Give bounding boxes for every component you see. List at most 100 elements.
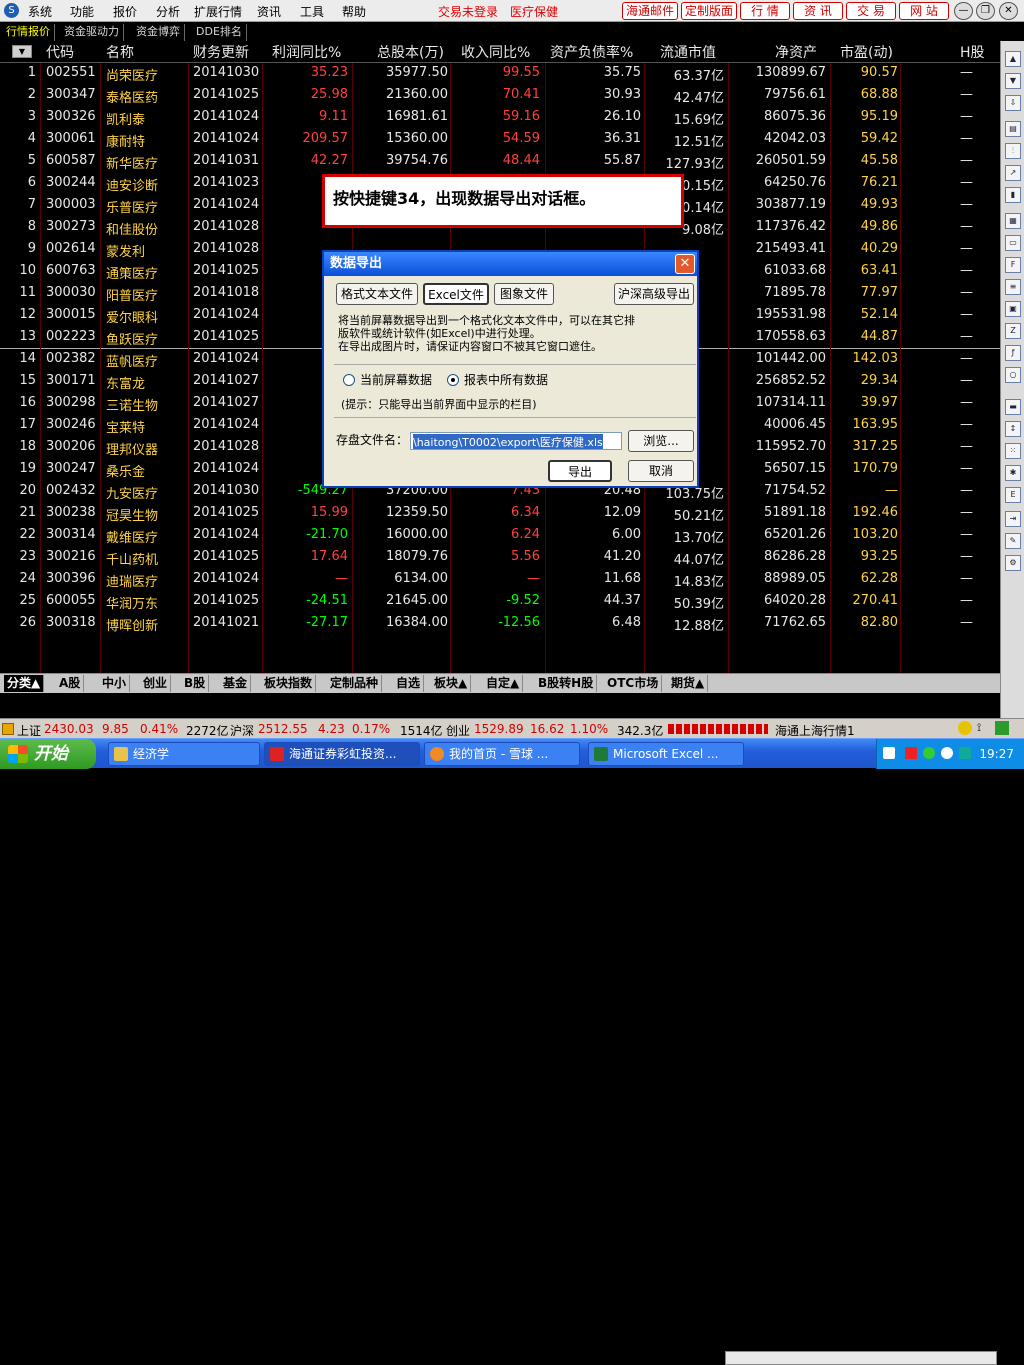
advanced-export-button[interactable]: 沪深高级导出 <box>614 283 694 305</box>
website-button[interactable]: 网 站 <box>899 2 949 20</box>
file-path-input[interactable]: \haitong\T0002\export\医疗保健.xls <box>410 432 622 450</box>
task-browser[interactable]: 我的首页 - 雪球 ... <box>424 742 580 766</box>
trend-icon[interactable]: ↗ <box>1005 165 1021 181</box>
col-fin-update[interactable]: 财务更新 <box>193 42 249 62</box>
col-float-cap[interactable]: 流通市值 <box>660 42 716 62</box>
tab-b-to-h[interactable]: B股转H股 <box>535 675 598 692</box>
table-row[interactable]: 26 300318 博晖创新 20141021 -27.17 16384.00 -12.56… <box>0 613 1000 635</box>
settings-icon[interactable]: ✱ <box>1005 465 1021 481</box>
menu-function[interactable]: 功能 <box>70 3 94 20</box>
tray-arrow-icon[interactable] <box>883 747 895 759</box>
table-icon[interactable]: ▦ <box>1005 213 1021 229</box>
edit-icon[interactable]: ✎ <box>1005 533 1021 549</box>
formula-icon[interactable]: ƒ <box>1005 345 1021 361</box>
col-pe[interactable]: 市盈(动) <box>840 42 893 62</box>
table-row[interactable]: 23 300216 千山药机 20141025 17.64 18079.76 5.56 41.… <box>0 547 1000 569</box>
tab-gem[interactable]: 创业 <box>140 675 172 692</box>
browse-button[interactable]: 浏览... <box>628 430 694 452</box>
login-status[interactable]: 交易未登录 <box>438 3 498 20</box>
page-down-icon[interactable]: ⇩ <box>1005 95 1021 111</box>
tab-watchlist[interactable]: 自选 <box>393 675 425 692</box>
table-row[interactable]: 2 300347 泰格医药 20141025 25.98 21360.00 70.41 30.… <box>0 85 1000 107</box>
doc-icon[interactable]: ▭ <box>1005 235 1021 251</box>
info-icon[interactable] <box>958 721 972 735</box>
tab-excel-file[interactable]: Excel文件 <box>423 283 489 305</box>
horizontal-scrollbar[interactable] <box>725 1351 997 1365</box>
minimize-icon[interactable]: — <box>954 2 973 20</box>
table-row[interactable]: 21 300238 冠昊生物 20141025 15.99 12359.50 6.34 12.… <box>0 503 1000 525</box>
tab-b-share[interactable]: B股 <box>181 675 210 692</box>
start-button[interactable]: 开始 <box>0 739 96 769</box>
tab-a-share[interactable]: A股 <box>56 675 85 692</box>
table-row[interactable]: 5 600587 新华医疗 20141031 42.27 39754.76 48.44 55.… <box>0 151 1000 173</box>
table-row[interactable]: 24 300396 迪瑞医疗 20141024 — 6134.00 — 11.68 14.83亿… <box>0 569 1000 591</box>
task-excel[interactable]: Microsoft Excel ... <box>588 742 744 766</box>
tray-volume-icon[interactable] <box>941 747 953 759</box>
tab-sector-index[interactable]: 板块指数 <box>261 675 317 692</box>
task-haitong[interactable]: 海通证券彩虹投资... <box>264 742 420 766</box>
tab-category[interactable]: 分类▲ <box>4 675 45 692</box>
note-icon[interactable]: ≡ <box>1005 279 1021 295</box>
radio-screen-label[interactable]: 当前屏幕数据 <box>360 374 432 387</box>
radio-all-data[interactable] <box>447 374 459 386</box>
mail-button[interactable]: 海通邮件 <box>622 2 678 20</box>
menu-system[interactable]: 系统 <box>28 3 52 20</box>
col-code[interactable]: 代码 <box>46 42 74 62</box>
custom-layout-button[interactable]: 定制版面 <box>681 2 737 20</box>
dialog-title-bar[interactable]: 数据导出 <box>324 252 697 276</box>
circle-icon[interactable]: ○ <box>1005 367 1021 383</box>
quote-button[interactable]: 行 情 <box>740 2 790 20</box>
export-icon[interactable]: ⇥ <box>1005 511 1021 527</box>
tray-app-icon[interactable] <box>905 747 917 759</box>
menu-analysis[interactable]: 分析 <box>156 3 180 20</box>
col-name[interactable]: 名称 <box>106 42 134 62</box>
restore-icon[interactable]: ❐ <box>976 2 995 20</box>
close-icon[interactable]: ✕ <box>999 2 1018 20</box>
table-row[interactable]: 22 300314 戴维医疗 20141024 -21.70 16000.00 6.24 6.… <box>0 525 1000 547</box>
calendar-icon[interactable]: ▣ <box>1005 301 1021 317</box>
menu-tools[interactable]: 工具 <box>300 3 324 20</box>
tab-sector[interactable]: 板块▲ <box>431 675 472 692</box>
chart-icon[interactable]: ▤ <box>1005 121 1021 137</box>
fiz-icon[interactable]: Z <box>1005 323 1021 339</box>
table-row[interactable]: 3 300326 凯利泰 20141024 9.11 16981.61 59.16 26.10… <box>0 107 1000 129</box>
arrow-down-icon[interactable]: ▼ <box>1005 73 1021 89</box>
antenna-icon[interactable]: ⟟ <box>977 721 991 735</box>
connection-icon[interactable] <box>995 721 1009 735</box>
tab-quotes[interactable]: 行情报价 <box>2 24 55 41</box>
col-revenue-yoy[interactable]: 收入同比% <box>461 42 530 62</box>
radio-screen-data[interactable] <box>343 374 355 386</box>
sort-icon[interactable]: ↕ <box>1005 421 1021 437</box>
etf-icon[interactable]: E <box>1005 487 1021 503</box>
bars-icon[interactable]: ▮ <box>1005 187 1021 203</box>
kline-icon[interactable]: ⫶ <box>1005 143 1021 159</box>
gear-icon[interactable]: ⚙ <box>1005 555 1021 571</box>
tab-fund[interactable]: 基金 <box>220 675 252 692</box>
f10-icon[interactable]: F <box>1005 257 1021 273</box>
col-net-assets[interactable]: 净资产 <box>775 42 817 62</box>
radio-all-label[interactable]: 报表中所有数据 <box>464 374 548 387</box>
arrow-up-icon[interactable]: ▲ <box>1005 51 1021 67</box>
sort-toggle-icon[interactable]: ▼ <box>12 45 32 58</box>
table-row[interactable]: 4 300061 康耐特 20141024 209.57 15360.00 54.59 36.… <box>0 129 1000 151</box>
menu-info[interactable]: 资讯 <box>257 3 281 20</box>
tab-futures[interactable]: 期货▲ <box>668 675 709 692</box>
tab-fund-game[interactable]: 资金博弈 <box>132 24 185 41</box>
dice-icon[interactable]: ⁙ <box>1005 443 1021 459</box>
menu-quote[interactable]: 报价 <box>113 3 137 20</box>
cancel-button[interactable]: 取消 <box>628 460 694 482</box>
tab-dde-rank[interactable]: DDE排名 <box>192 24 247 41</box>
menu-help[interactable]: 帮助 <box>342 3 366 20</box>
trade-button[interactable]: 交 易 <box>846 2 896 20</box>
tab-fund-drive[interactable]: 资金驱动力 <box>60 24 124 41</box>
tab-otc[interactable]: OTC市场 <box>604 675 663 692</box>
tray-shield-icon[interactable] <box>923 747 935 759</box>
dialog-close-icon[interactable]: ✕ <box>675 254 695 274</box>
col-debt-ratio[interactable]: 资产负债率% <box>550 42 633 62</box>
news-button[interactable]: 资 讯 <box>793 2 843 20</box>
task-folder[interactable]: 经济学 <box>108 742 260 766</box>
col-hshare[interactable]: H股 <box>960 42 985 62</box>
col-profit-yoy[interactable]: 利润同比% <box>272 42 341 62</box>
col-total-shares[interactable]: 总股本(万) <box>377 42 444 62</box>
tab-user-defined[interactable]: 自定▲ <box>483 675 524 692</box>
